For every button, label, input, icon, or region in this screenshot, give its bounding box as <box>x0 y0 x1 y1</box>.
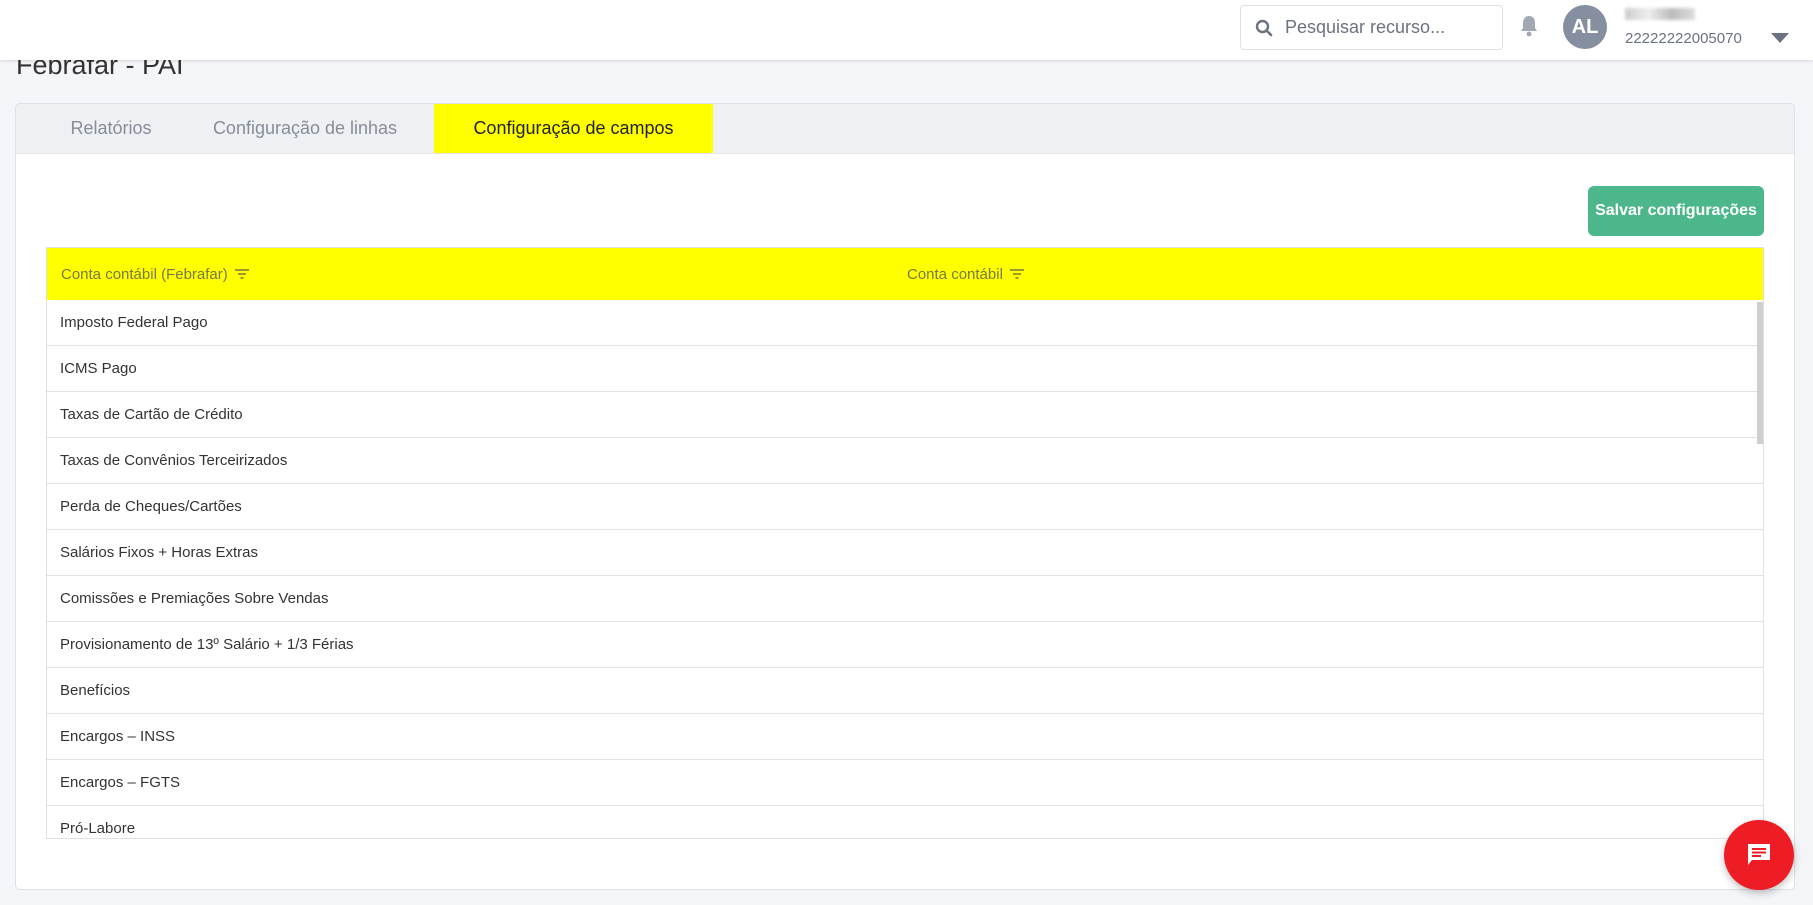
table-row[interactable]: Salários Fixos + Horas Extras <box>47 530 1763 576</box>
chat-icon <box>1748 844 1770 865</box>
tab-relatorios[interactable]: Relatórios <box>16 104 176 153</box>
filter-icon[interactable] <box>1009 269 1024 279</box>
user-name-blurred <box>1625 8 1695 20</box>
search-box[interactable] <box>1240 5 1503 50</box>
row-label: Taxas de Cartão de Crédito <box>60 406 243 423</box>
row-label: Imposto Federal Pago <box>60 314 208 331</box>
table-row[interactable]: Pró-Labore <box>47 806 1763 838</box>
scrollbar[interactable] <box>1757 302 1763 444</box>
row-label: Perda de Cheques/Cartões <box>60 498 242 515</box>
search-icon <box>1255 19 1273 36</box>
row-label: Comissões e Premiações Sobre Vendas <box>60 590 329 607</box>
tab-bar: Relatórios Configuração de linhas Config… <box>16 104 1794 154</box>
row-label: ICMS Pago <box>60 360 137 377</box>
table-row[interactable]: Comissões e Premiações Sobre Vendas <box>47 576 1763 622</box>
table-row[interactable]: Taxas de Cartão de Crédito <box>47 392 1763 438</box>
row-label: Encargos – FGTS <box>60 774 181 791</box>
content-card: Relatórios Configuração de linhas Config… <box>15 103 1795 890</box>
table-row[interactable]: Perda de Cheques/Cartões <box>47 484 1763 530</box>
table-row[interactable]: Imposto Federal Pago <box>47 300 1763 346</box>
search-input[interactable] <box>1285 17 1485 38</box>
row-label: Encargos – INSS <box>60 728 176 745</box>
column-label: Conta contábil (Febrafar) <box>61 265 228 283</box>
table-row[interactable]: Encargos – FGTS <box>47 760 1763 806</box>
column-label: Conta contábil <box>907 265 1003 283</box>
row-label: Benefícios <box>60 682 131 699</box>
user-id: 22222222005070 <box>1625 30 1742 47</box>
table-header: Conta contábil (Febrafar) Conta contábil <box>47 248 1763 300</box>
bell-icon[interactable] <box>1518 14 1540 38</box>
top-bar: AL 22222222005070 <box>0 0 1813 60</box>
column-header[interactable]: Conta contábil (Febrafar) <box>47 266 907 283</box>
save-button[interactable]: Salvar configurações <box>1588 186 1764 236</box>
table-row[interactable]: Encargos – INSS <box>47 714 1763 760</box>
table-row[interactable]: ICMS Pago <box>47 346 1763 392</box>
row-label: Salários Fixos + Horas Extras <box>60 544 258 561</box>
fields-table: Conta contábil (Febrafar) Conta contábil… <box>46 247 1764 839</box>
filter-icon[interactable] <box>234 269 249 279</box>
column-header[interactable]: Conta contábil <box>907 266 1024 283</box>
avatar[interactable]: AL <box>1563 5 1607 49</box>
user-menu-caret-icon[interactable] <box>1771 33 1789 43</box>
chat-button[interactable] <box>1724 820 1794 890</box>
row-label: Pró-Labore <box>60 820 136 837</box>
table-row[interactable]: Taxas de Convênios Terceirizados <box>47 438 1763 484</box>
table-row[interactable]: Provisionamento de 13º Salário + 1/3 Fér… <box>47 622 1763 668</box>
row-label: Provisionamento de 13º Salário + 1/3 Fér… <box>60 636 354 653</box>
row-label: Taxas de Convênios Terceirizados <box>60 452 288 469</box>
table-row[interactable]: Benefícios <box>47 668 1763 714</box>
tab-configuracao-campos[interactable]: Configuração de campos <box>434 104 713 153</box>
tab-configuracao-linhas[interactable]: Configuração de linhas <box>176 104 434 153</box>
